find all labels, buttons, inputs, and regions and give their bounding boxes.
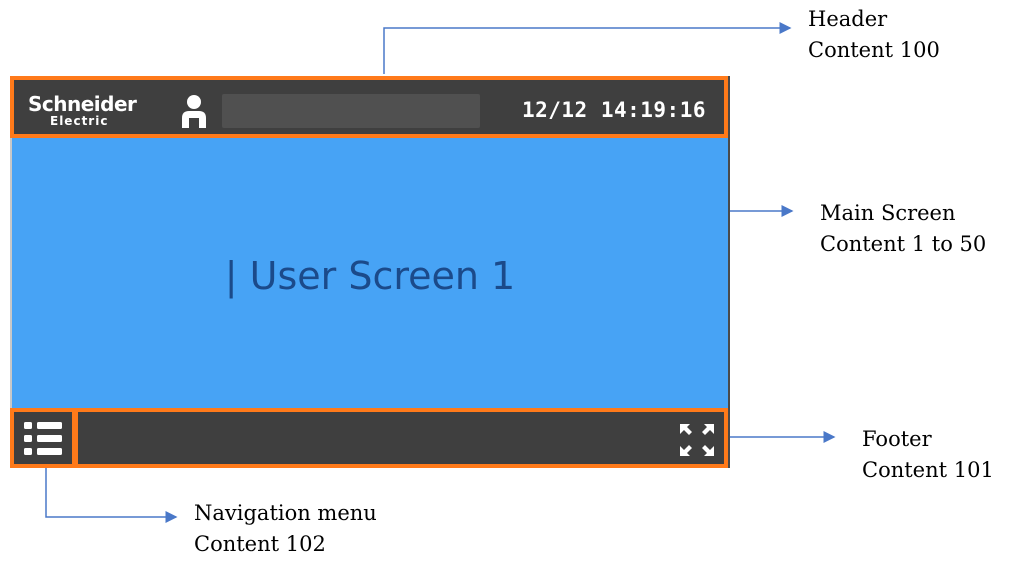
- expand-arrows-icon[interactable]: [678, 422, 716, 458]
- header-annotation-title: Header: [808, 7, 888, 31]
- user-icon[interactable]: [180, 94, 208, 128]
- nav-menu-annotation-title: Navigation menu: [194, 501, 377, 525]
- main-screen[interactable]: | User Screen 1: [12, 138, 728, 408]
- nav-menu-annotation: Navigation menu Content 102: [194, 498, 377, 560]
- footer-annotation: Footer Content 101: [862, 424, 994, 486]
- datetime-display: 12/12 14:19:16: [521, 98, 706, 122]
- navigation-menu-button[interactable]: [10, 408, 76, 468]
- main-screen-annotation-content: Content 1 to 50: [820, 232, 987, 256]
- header-arrow: [383, 22, 792, 74]
- nav-menu-arrow: [45, 468, 178, 523]
- main-screen-annotation-title: Main Screen: [820, 201, 956, 225]
- header-annotation-content: Content 100: [808, 38, 940, 62]
- screen-title: | User Screen 1: [224, 254, 516, 298]
- footer-annotation-content: Content 101: [862, 458, 994, 482]
- footer-annotation-title: Footer: [862, 427, 932, 451]
- list-menu-icon: [24, 422, 62, 455]
- footer-bar: [74, 408, 728, 468]
- header-annotation: Header Content 100: [808, 4, 940, 66]
- logo-sub-text: Electric: [50, 114, 109, 128]
- header-bar: Schneider Electric 12/12 14:19:16: [10, 76, 728, 138]
- logo-main-text: Schneider: [28, 92, 137, 116]
- nav-menu-annotation-content: Content 102: [194, 532, 326, 556]
- main-screen-annotation: Main Screen Content 1 to 50: [820, 198, 986, 260]
- header-status-field: [222, 94, 480, 128]
- schneider-electric-logo: Schneider Electric: [28, 92, 137, 128]
